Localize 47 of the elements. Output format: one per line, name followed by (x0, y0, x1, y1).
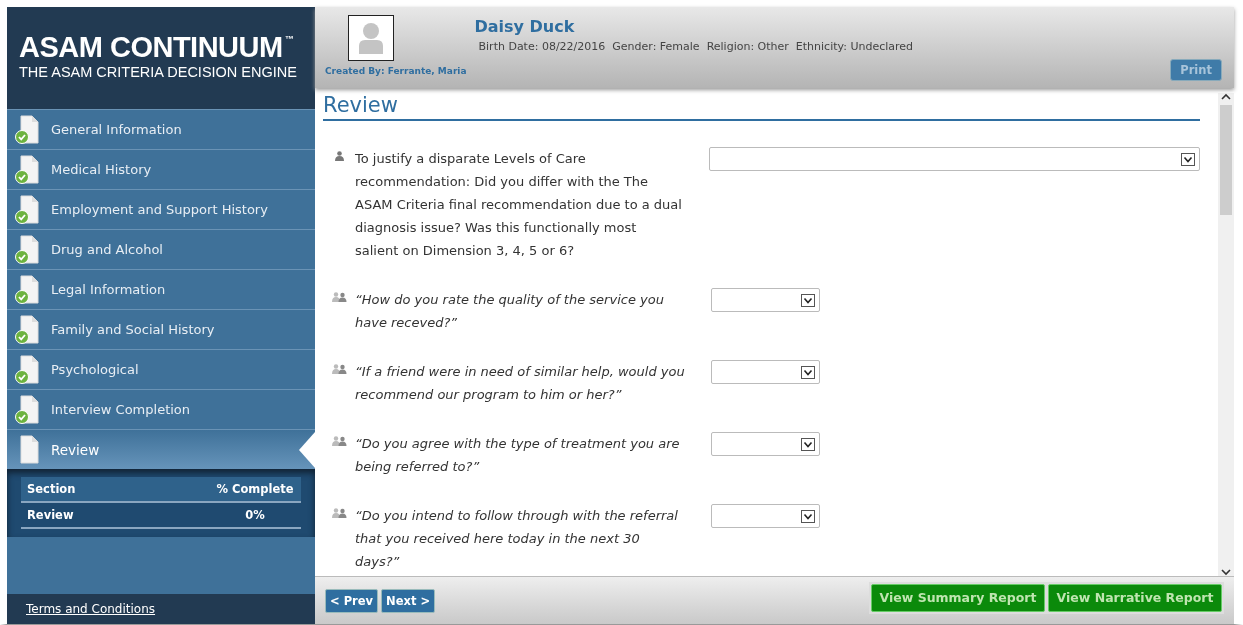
question-text: “How do you rate the quality of the service you have receved?” (355, 291, 665, 332)
created-by: Created By: Ferrante, Maria (325, 66, 467, 76)
avatar-icon (348, 15, 394, 61)
question-text: “If a friend were in need of similar help, would you recommend our program to him or her?” (355, 363, 685, 404)
document-check-icon (15, 314, 41, 345)
report-button[interactable]: View Narrative Report (1048, 583, 1222, 612)
question-text: “Do you intend to follow through with the referral that you received here today in the next 30 days?” (355, 507, 679, 571)
patient-detail: Religion: Other (706, 40, 789, 53)
column-header: % Complete (215, 482, 295, 496)
document-check-icon (15, 114, 41, 145)
page-title: Review (323, 93, 1200, 121)
people-icon (331, 364, 347, 374)
question-text: “Do you agree with the type of treatment you are being referred to?” (355, 435, 681, 476)
people-icon (331, 436, 347, 446)
document-check-icon (15, 394, 41, 425)
person-icon (334, 151, 344, 161)
people-icon (331, 508, 347, 518)
logo-subtitle: THE ASAM CRITERIA DECISION ENGINE (19, 64, 298, 80)
print-button[interactable]: Print (1170, 59, 1222, 81)
table-cell: Review (27, 508, 74, 522)
patient-detail: Birth Date: 08/22/2016 (478, 40, 606, 53)
scroll-up-icon[interactable] (1221, 93, 1231, 101)
patient-name: Daisy Duck (474, 17, 576, 36)
answer-dropdown[interactable] (711, 504, 820, 528)
document-check-icon (15, 234, 41, 265)
document-check-icon (15, 154, 41, 185)
column-header: Section (27, 482, 76, 496)
pager-button[interactable]: < Prev (325, 588, 379, 613)
pager-button[interactable]: Next > (381, 588, 436, 613)
answer-dropdown[interactable] (711, 360, 820, 384)
nav-item[interactable]: Review (7, 429, 315, 469)
patient-detail: Gender: Female (612, 40, 700, 53)
trademark: ™ (284, 34, 294, 44)
table-cell-text: 0% (244, 508, 266, 522)
scroll-down-icon[interactable] (1221, 568, 1231, 576)
document-check-icon (15, 354, 41, 385)
scrollbar-thumb[interactable] (1220, 105, 1232, 215)
people-icon (331, 292, 347, 302)
terms-link[interactable]: Terms and Conditions (26, 602, 156, 616)
report-button[interactable]: View Summary Report (871, 583, 1045, 612)
answer-dropdown[interactable] (711, 288, 820, 312)
logo-title: ASAM CONTINUUM (19, 31, 283, 64)
answer-dropdown[interactable] (711, 432, 820, 456)
document-check-icon (15, 194, 41, 225)
document-check-icon (15, 274, 41, 305)
question-text: To justify a disparate Levels of Care recommendation: Did you differ with the The ASAM Criteria final recommendation due to a dual diagnosis issue? Was this functionally most salient on Dimension 3, 4, 5 or 6? (355, 150, 683, 260)
patient-detail: Ethnicity: Undeclared (795, 40, 914, 53)
